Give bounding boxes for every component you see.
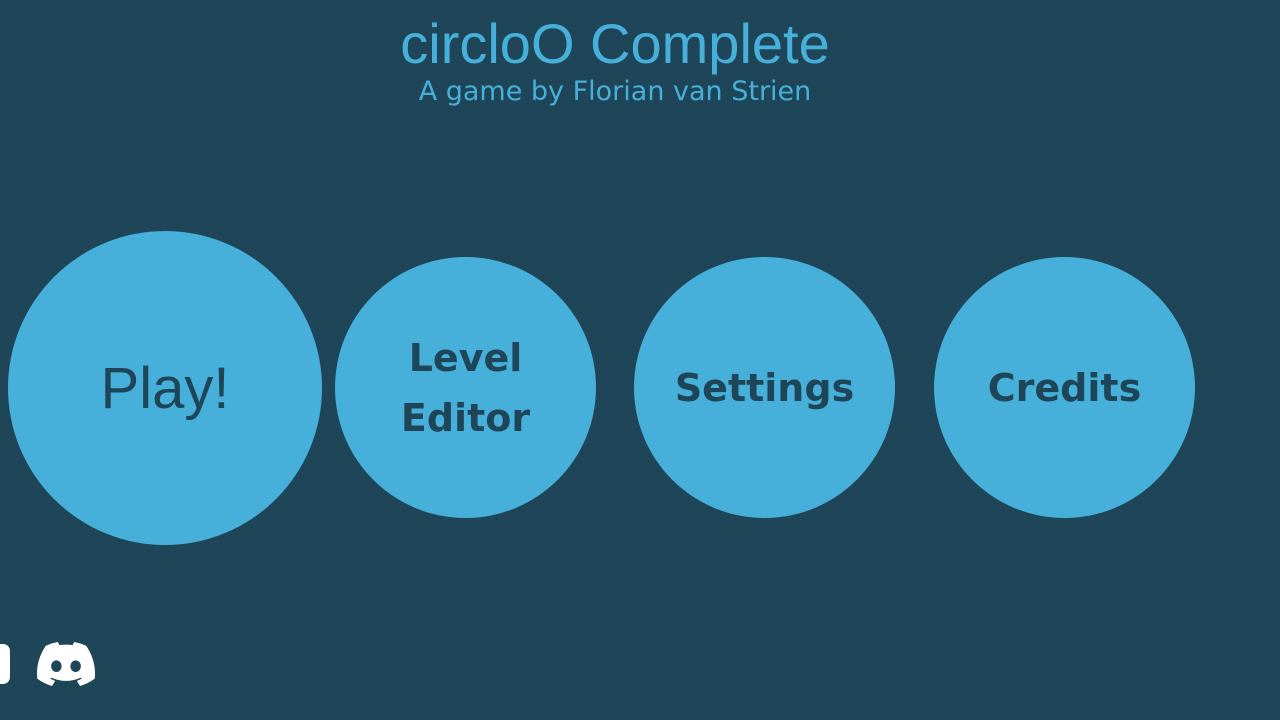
discord-icon[interactable]: [37, 641, 95, 687]
game-subtitle: A game by Florian van Strien: [418, 76, 812, 107]
credits-button-label: Credits: [987, 365, 1142, 410]
play-button-label: Play!: [100, 355, 230, 421]
level-editor-button-label: Level Editor: [400, 335, 531, 440]
settings-button[interactable]: Settings: [634, 257, 895, 518]
partial-social-icon[interactable]: [0, 644, 10, 684]
level-editor-button[interactable]: Level Editor: [335, 257, 596, 518]
play-button[interactable]: Play!: [8, 231, 322, 545]
credits-button[interactable]: Credits: [934, 257, 1195, 518]
settings-button-label: Settings: [674, 365, 855, 410]
game-title: circloO Complete: [400, 12, 830, 75]
